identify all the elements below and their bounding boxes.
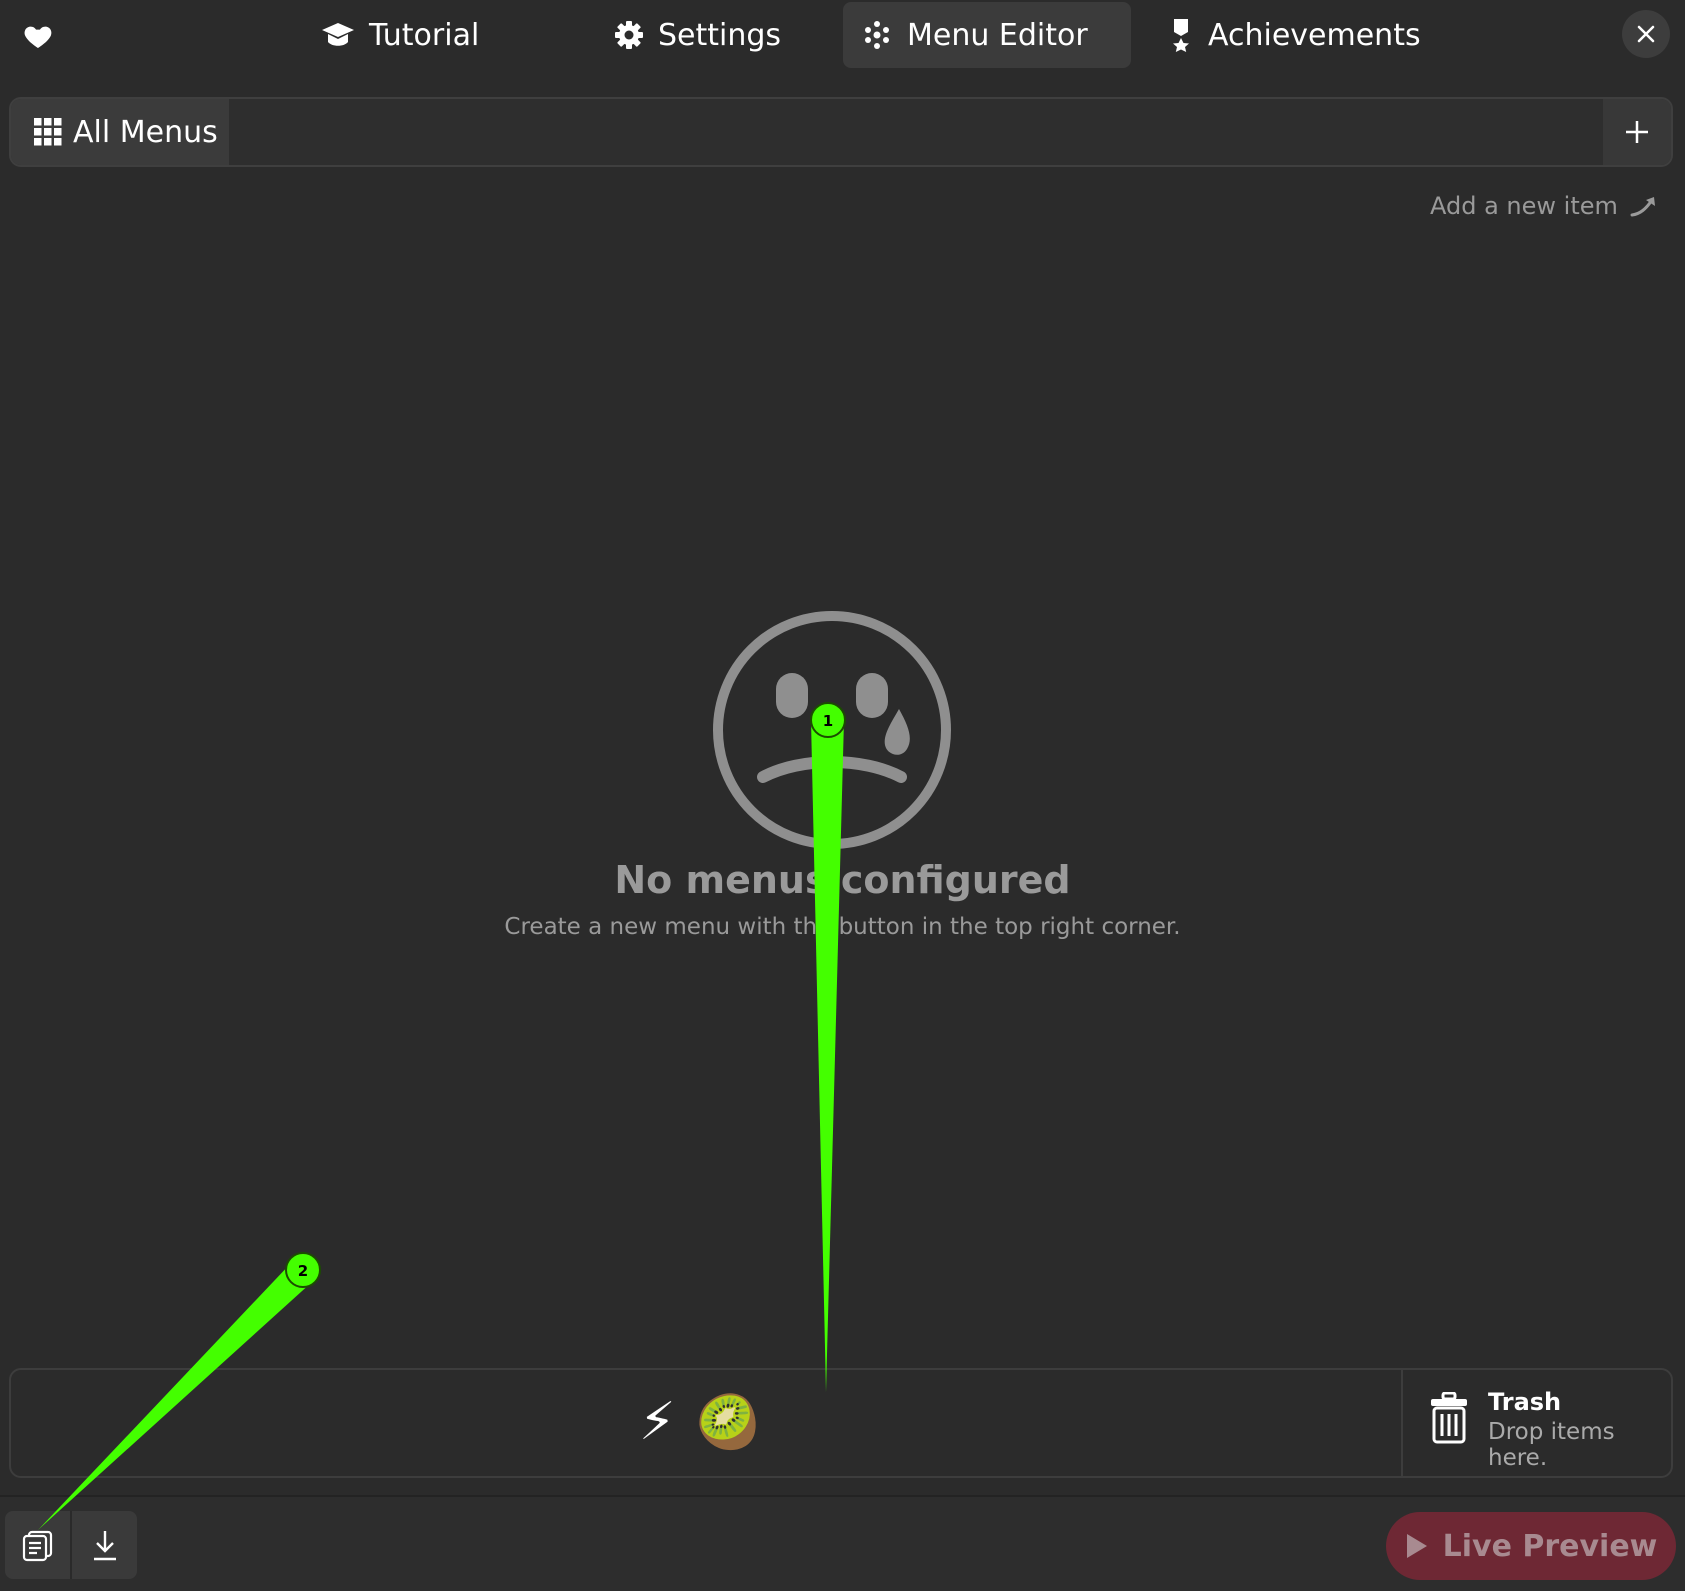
annotation-pointer-2 <box>38 1262 312 1530</box>
annotation-pointer-1 <box>811 720 844 1392</box>
annotation-overlay: 1 2 <box>38 702 846 1530</box>
annotation-label-2: 2 <box>298 1262 308 1280</box>
annotation-label-1: 1 <box>823 712 833 730</box>
